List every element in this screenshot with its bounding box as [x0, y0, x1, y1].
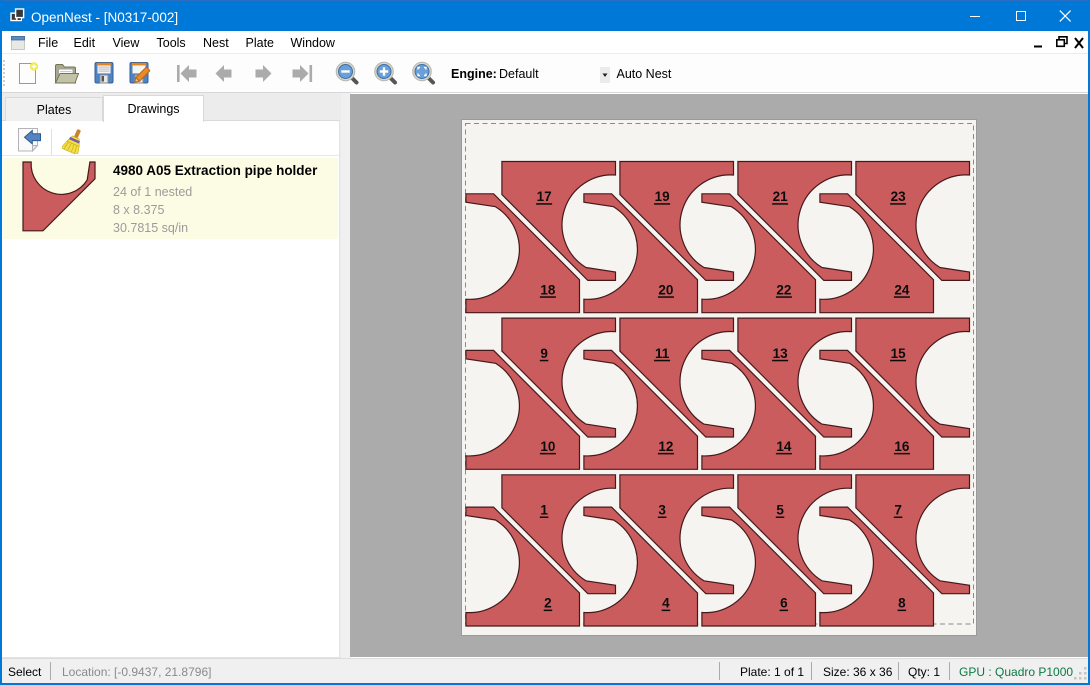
svg-text:20: 20 — [658, 282, 673, 297]
svg-text:18: 18 — [540, 282, 556, 297]
svg-text:5: 5 — [776, 502, 784, 517]
svg-text:12: 12 — [658, 438, 673, 453]
svg-text:23: 23 — [890, 189, 906, 204]
svg-text:2: 2 — [544, 595, 552, 610]
svg-text:1: 1 — [540, 502, 548, 517]
svg-text:24: 24 — [894, 282, 910, 297]
svg-text:11: 11 — [654, 345, 669, 360]
svg-text:16: 16 — [894, 438, 910, 453]
svg-text:17: 17 — [536, 189, 551, 204]
svg-text:10: 10 — [540, 438, 555, 453]
svg-text:3: 3 — [658, 502, 666, 517]
svg-text:14: 14 — [776, 438, 792, 453]
svg-text:7: 7 — [894, 502, 902, 517]
svg-text:8: 8 — [898, 595, 906, 610]
svg-text:13: 13 — [772, 345, 788, 360]
svg-text:6: 6 — [780, 595, 788, 610]
svg-text:9: 9 — [540, 345, 548, 360]
svg-text:15: 15 — [890, 345, 906, 360]
svg-text:4: 4 — [662, 595, 670, 610]
svg-text:22: 22 — [776, 282, 791, 297]
svg-text:19: 19 — [654, 189, 669, 204]
svg-text:21: 21 — [772, 189, 788, 204]
